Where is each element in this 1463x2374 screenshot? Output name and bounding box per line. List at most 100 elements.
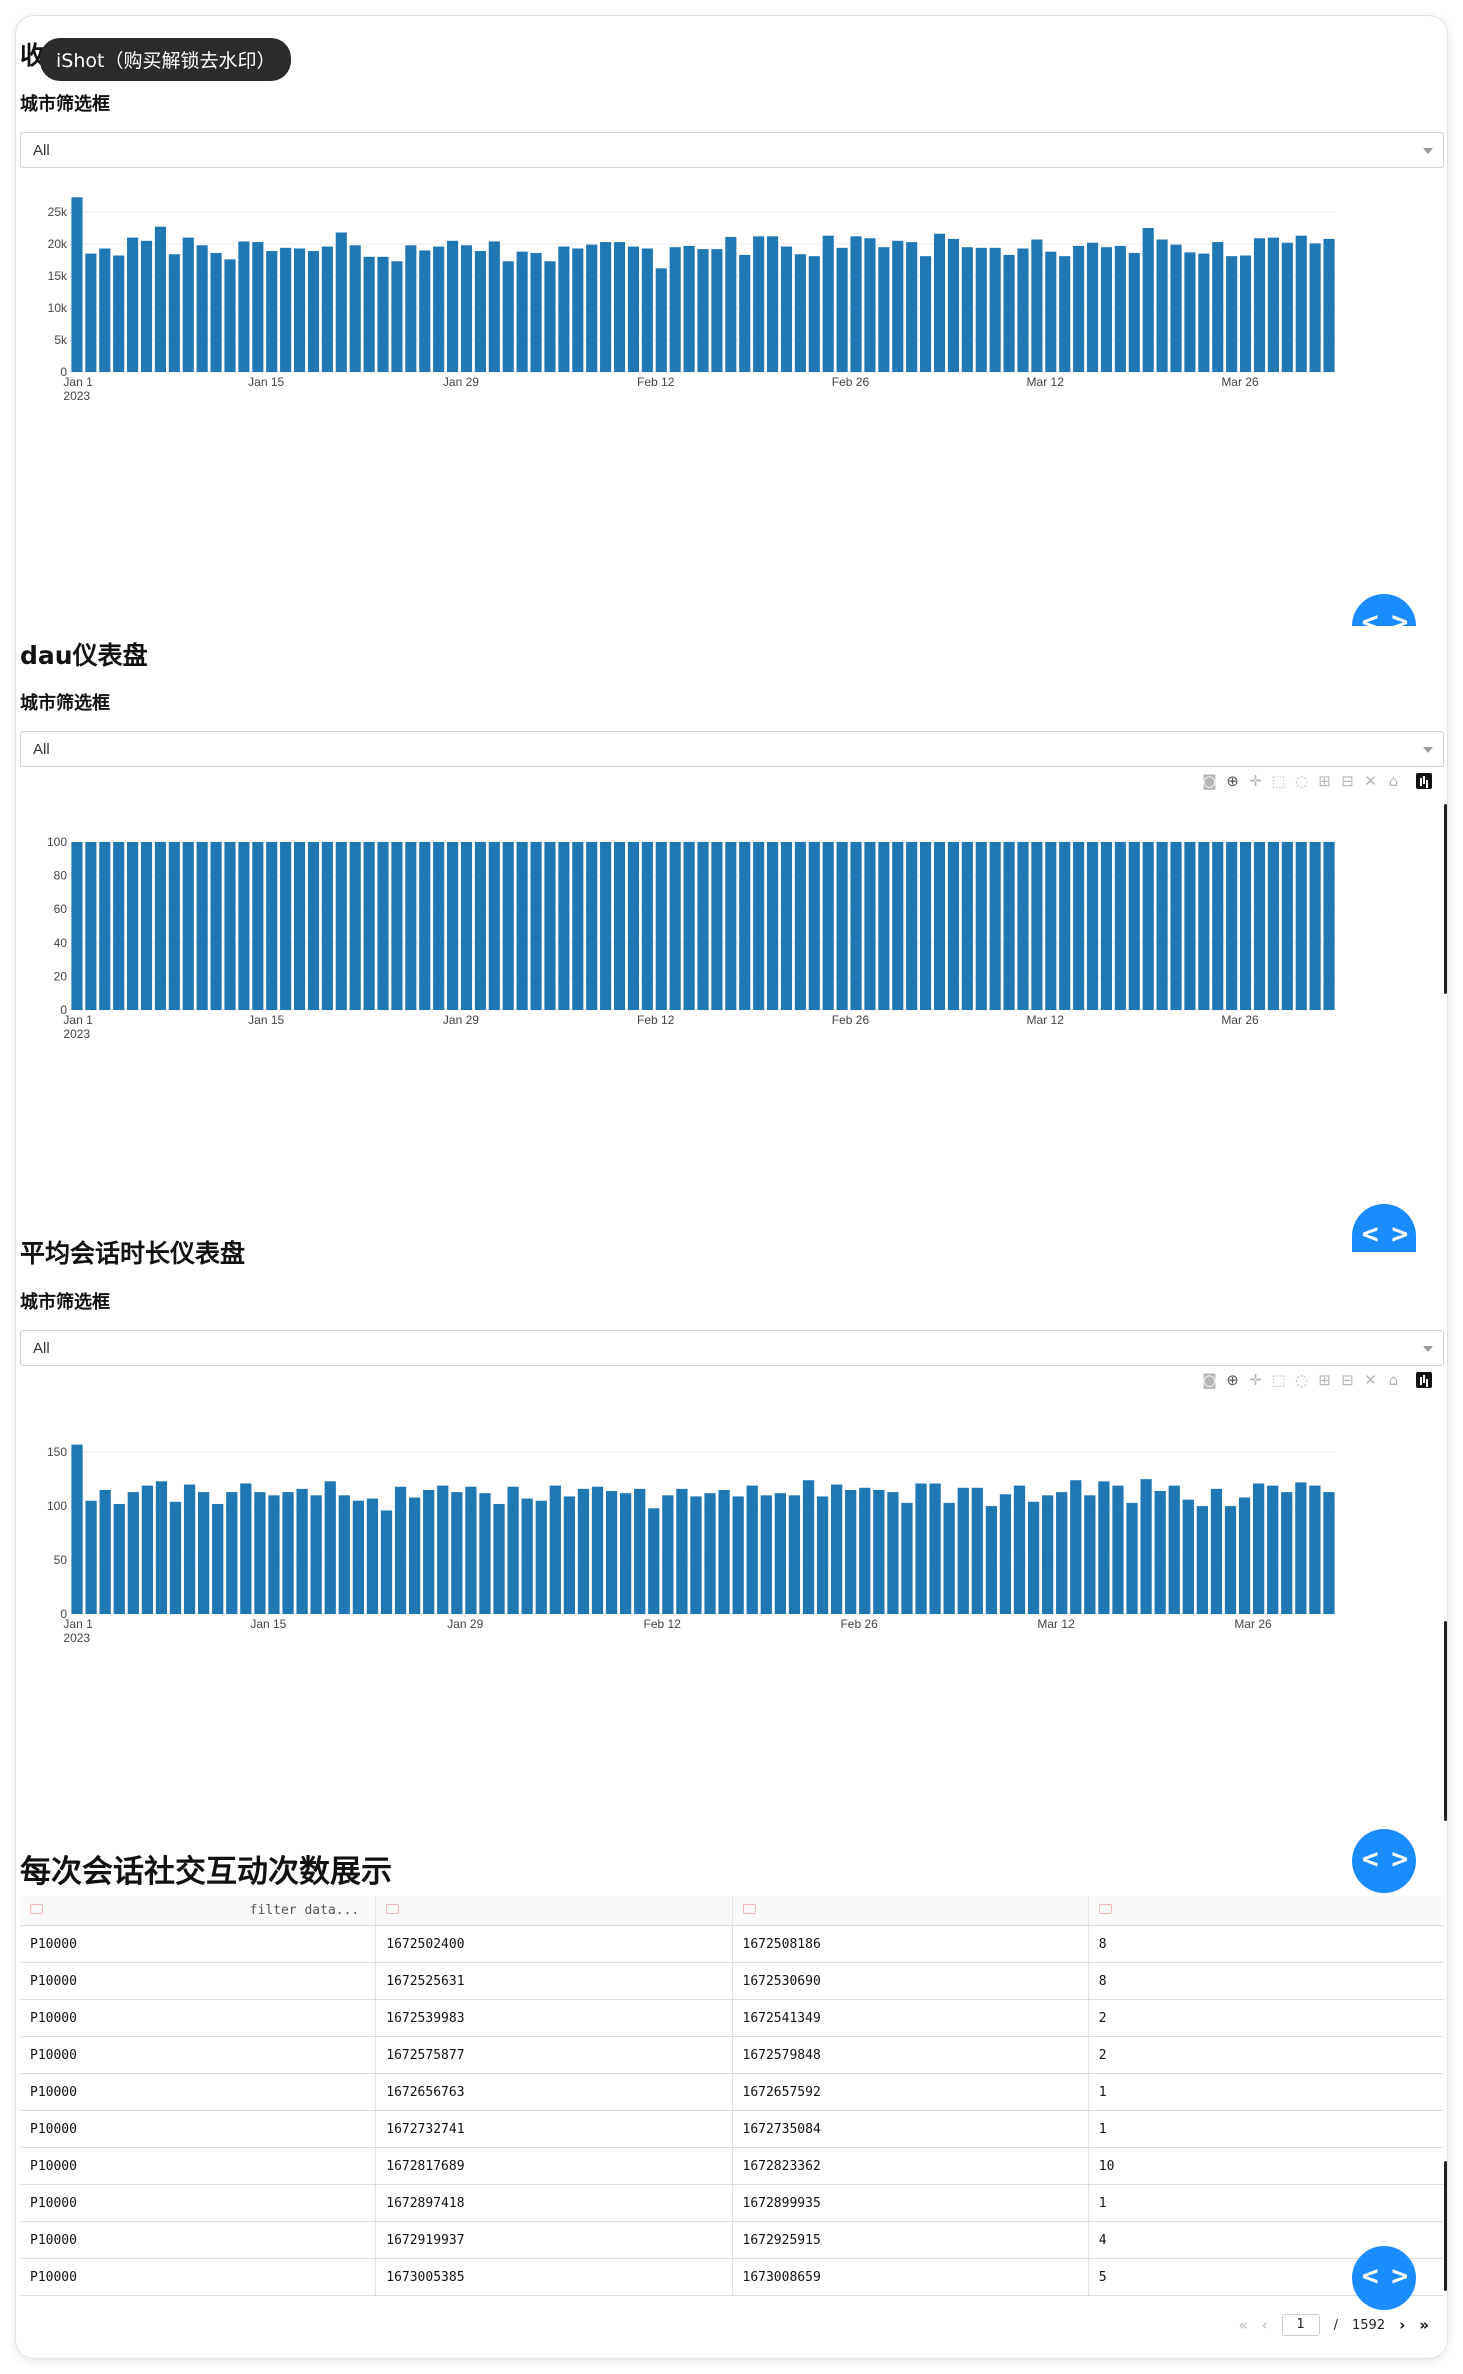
bar[interactable]: [338, 1495, 350, 1614]
bar[interactable]: [377, 256, 389, 372]
city-filter-dropdown[interactable]: All: [20, 1330, 1444, 1366]
bar[interactable]: [99, 842, 111, 1010]
bar[interactable]: [901, 1502, 913, 1614]
bar[interactable]: [1295, 842, 1307, 1010]
bar[interactable]: [465, 1486, 477, 1614]
chart-scrollbar[interactable]: [1444, 804, 1447, 994]
bar[interactable]: [363, 256, 375, 372]
bar[interactable]: [577, 1488, 590, 1614]
bar[interactable]: [307, 251, 320, 372]
bar[interactable]: [915, 1483, 927, 1614]
bar[interactable]: [419, 842, 431, 1010]
bar[interactable]: [321, 842, 333, 1010]
bar[interactable]: [391, 261, 403, 372]
bar[interactable]: [1253, 1483, 1265, 1614]
bar[interactable]: [1226, 842, 1238, 1010]
bar[interactable]: [957, 1487, 969, 1614]
bar[interactable]: [1031, 239, 1043, 372]
bar[interactable]: [989, 842, 1001, 1010]
bar[interactable]: [113, 1503, 125, 1614]
bar[interactable]: [1281, 842, 1293, 1010]
bar[interactable]: [282, 1492, 294, 1614]
table-cell[interactable]: 1672530690: [733, 1963, 1089, 1999]
bar[interactable]: [971, 1487, 983, 1614]
bar[interactable]: [1295, 235, 1307, 372]
bar[interactable]: [99, 248, 111, 372]
bar[interactable]: [572, 842, 584, 1010]
bar[interactable]: [906, 242, 918, 372]
bar[interactable]: [1084, 1495, 1096, 1614]
code-toggle-button[interactable]: < >: [1352, 594, 1416, 626]
table-cell[interactable]: 1672575877: [376, 2037, 733, 2073]
bar[interactable]: [808, 256, 820, 372]
table-cell[interactable]: 8: [1089, 1963, 1444, 1999]
bar[interactable]: [224, 259, 236, 372]
bar[interactable]: [182, 842, 194, 1010]
bar[interactable]: [906, 842, 918, 1010]
bar[interactable]: [1170, 244, 1182, 372]
bar[interactable]: [864, 238, 876, 372]
bar[interactable]: [127, 842, 139, 1010]
bar[interactable]: [920, 256, 932, 372]
bar[interactable]: [238, 241, 250, 372]
bar[interactable]: [586, 244, 598, 372]
bar[interactable]: [808, 842, 820, 1010]
bar[interactable]: [1267, 1485, 1279, 1614]
bar[interactable]: [85, 1500, 97, 1614]
bar[interactable]: [535, 1500, 547, 1614]
bar[interactable]: [447, 842, 459, 1010]
bar[interactable]: [766, 842, 779, 1010]
bar[interactable]: [739, 842, 751, 1010]
bar[interactable]: [873, 1489, 885, 1614]
bar[interactable]: [878, 842, 890, 1010]
bar[interactable]: [711, 249, 723, 372]
bar[interactable]: [502, 261, 514, 372]
bar[interactable]: [641, 248, 653, 372]
bar[interactable]: [1126, 1502, 1138, 1614]
bar[interactable]: [1267, 842, 1279, 1010]
bar[interactable]: [1323, 842, 1335, 1010]
bar[interactable]: [1267, 237, 1279, 372]
bar[interactable]: [1309, 1485, 1321, 1614]
bar[interactable]: [850, 236, 862, 372]
column-filter[interactable]: filter data...: [20, 1896, 377, 1926]
table-cell[interactable]: 1672502400: [376, 1926, 733, 1962]
bar[interactable]: [447, 240, 459, 372]
bar[interactable]: [226, 1492, 238, 1614]
bar[interactable]: [335, 232, 347, 372]
bar[interactable]: [1003, 254, 1015, 372]
table-cell[interactable]: 1672732741: [376, 2111, 733, 2147]
bar[interactable]: [725, 236, 737, 372]
bar[interactable]: [1070, 1480, 1082, 1614]
bar[interactable]: [816, 1496, 829, 1614]
table-cell[interactable]: P10000: [20, 1963, 377, 1999]
bar[interactable]: [549, 1485, 561, 1614]
bar[interactable]: [1198, 253, 1210, 372]
table-cell[interactable]: 1672897418: [376, 2185, 733, 2221]
bar[interactable]: [419, 250, 431, 372]
bar[interactable]: [1210, 1488, 1223, 1614]
bar[interactable]: [224, 842, 236, 1010]
bar[interactable]: [613, 242, 626, 372]
table-cell[interactable]: P10000: [20, 2185, 377, 2221]
bar[interactable]: [71, 842, 83, 1010]
bar[interactable]: [169, 1501, 182, 1614]
bar[interactable]: [155, 1481, 168, 1614]
bar[interactable]: [1238, 1497, 1251, 1614]
bar[interactable]: [802, 1480, 815, 1614]
column-filter[interactable]: [733, 1896, 1089, 1926]
bar[interactable]: [1212, 242, 1224, 372]
bar[interactable]: [1086, 842, 1099, 1010]
bar[interactable]: [676, 1488, 688, 1614]
bar[interactable]: [1042, 1495, 1054, 1614]
column-filter[interactable]: [1089, 1896, 1444, 1926]
table-cell[interactable]: 1: [1089, 2185, 1444, 2221]
bar[interactable]: [474, 251, 486, 372]
bar[interactable]: [141, 1485, 153, 1614]
bar[interactable]: [1017, 842, 1029, 1010]
bar[interactable]: [836, 842, 848, 1010]
bar[interactable]: [794, 254, 806, 372]
bar[interactable]: [307, 842, 320, 1010]
bar[interactable]: [1198, 842, 1210, 1010]
bar[interactable]: [113, 255, 125, 372]
